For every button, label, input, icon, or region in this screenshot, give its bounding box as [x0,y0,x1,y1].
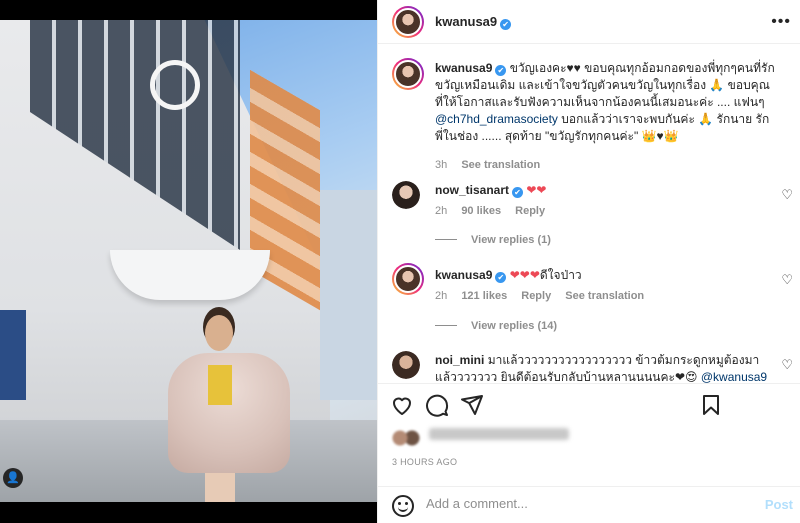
post-photo[interactable] [0,20,377,502]
comment-item: now_tisanart ✔ ❤❤ 2h 90 likes Reply ♡ Vie… [378,181,800,271]
comment-text: noi_mini มาแล้ววววววววววววววววว ข้าวต้มก… [435,352,775,383]
see-translation-link[interactable]: See translation [461,159,540,171]
commenter-avatar[interactable] [392,181,420,209]
divider-line [435,239,457,240]
post-header: kwanusa9 ✔ ••• [378,0,800,44]
comment-hearts: ❤❤❤ [509,268,540,282]
woman-figure [160,315,300,502]
commenter-username[interactable]: kwanusa9 [435,268,492,282]
comment-text: now_tisanart ✔ ❤❤ [435,182,775,199]
verified-icon: ✔ [500,19,512,30]
comment-meta: 2h 121 likes Reply See translation [435,290,655,302]
commenter-username[interactable]: noi_mini [435,353,484,367]
tagged-user-icon[interactable]: 👤 [3,468,23,488]
reply-button[interactable]: Reply [521,290,551,302]
head [205,315,233,351]
commenter-username[interactable]: now_tisanart [435,183,509,197]
comment-like-heart-icon[interactable]: ♡ [781,357,793,373]
comment-meta: 2h 90 likes Reply [435,205,556,217]
verified-icon: ✔ [495,65,507,76]
post-comment-button[interactable]: Post [765,497,793,512]
liked-by-line[interactable] [392,428,570,448]
building-right [320,190,377,400]
action-bar [378,383,800,423]
caption-username[interactable]: kwanusa9 [435,61,492,75]
view-replies-label: View replies (14) [471,320,558,332]
comment-item: kwanusa9 ✔ ❤❤❤ดีใจป่าว 2h 121 likes Reply… [378,263,800,353]
caption-time[interactable]: 3h [435,159,447,171]
comment-mention[interactable]: @kwanusa9 [701,370,767,383]
author-avatar[interactable] [392,6,424,38]
comment-icon[interactable] [425,393,449,417]
verified-icon: ✔ [512,187,524,198]
building-logo [150,60,200,110]
comment-likes[interactable]: 90 likes [461,205,501,217]
liker-avatars [392,430,422,446]
save-bookmark-icon[interactable] [699,393,723,417]
see-translation-link[interactable]: See translation [565,290,644,302]
more-options-icon[interactable]: ••• [771,13,791,31]
emoji-icon[interactable] [392,495,414,517]
comment-item: noi_mini มาแล้ววววววววววววววววว ข้าวต้มก… [378,351,800,383]
post-media-pane: 👤 [0,0,377,523]
comment-likes[interactable]: 121 likes [461,290,507,302]
reply-button[interactable]: Reply [515,205,545,217]
author-name-row: kwanusa9 ✔ [435,14,512,30]
caption-text: kwanusa9 ✔ ขวัญเองคะ♥♥ ขอบคุณทุกอ้อมกอดขอ… [435,60,775,145]
caption-meta: 3h See translation [435,159,551,171]
view-replies-label: View replies (1) [471,234,551,246]
comment-text: kwanusa9 ✔ ❤❤❤ดีใจป่าว [435,267,775,284]
like-heart-icon[interactable] [390,393,414,417]
comment-body: ดีใจป่าว [539,268,582,282]
comment-time[interactable]: 2h [435,290,447,302]
commenter-avatar[interactable] [392,263,424,295]
view-replies-link[interactable]: View replies (14) [435,320,557,332]
caption: kwanusa9 ✔ ขวัญเองคะ♥♥ ขอบคุณทุกอ้อมกอดขอ… [378,58,800,171]
verified-icon: ✔ [495,272,507,283]
post-timestamp[interactable]: 3 HOURS AGO [392,457,457,467]
author-username[interactable]: kwanusa9 [435,14,497,29]
liked-by-blurred-text [429,428,570,440]
comment-like-heart-icon[interactable]: ♡ [781,272,793,288]
comment-body: ❤❤ [526,183,547,197]
comment-input[interactable] [426,496,746,511]
entrance-canopy [110,250,270,300]
post-side-panel: kwanusa9 ✔ ••• kwanusa9 ✔ ขวัญเองคะ♥♥ ขอบค… [377,0,800,523]
caption-avatar[interactable] [392,58,424,90]
comment-like-heart-icon[interactable]: ♡ [781,187,793,203]
legs [205,473,235,502]
share-icon[interactable] [460,393,484,417]
banner-sign [0,310,26,400]
add-comment-bar: Post [378,486,800,523]
caption-mention[interactable]: @ch7hd_dramasociety [435,112,558,126]
comments-list[interactable]: kwanusa9 ✔ ขวัญเองคะ♥♥ ขอบคุณทุกอ้อมกอดขอ… [378,45,800,383]
commenter-avatar[interactable] [392,351,420,379]
divider-line [435,325,457,326]
view-replies-link[interactable]: View replies (1) [435,234,551,246]
yellow-top [208,365,232,405]
comment-time[interactable]: 2h [435,205,447,217]
